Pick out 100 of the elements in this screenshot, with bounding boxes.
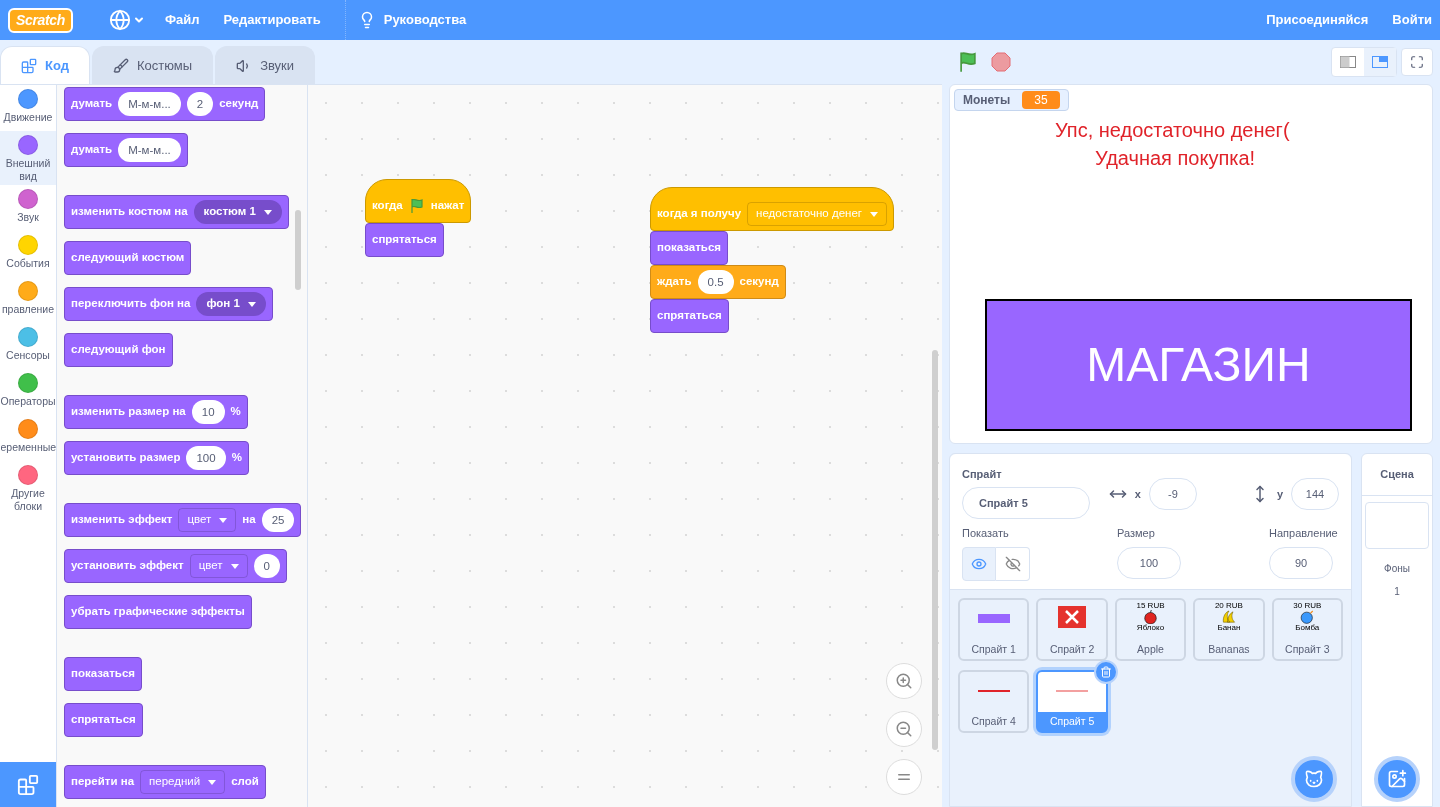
backdrops-label: Фоны: [1384, 562, 1410, 576]
monitor-label: Монеты: [963, 92, 1011, 109]
sprite-tile[interactable]: Спрайт 2: [1036, 598, 1108, 661]
sprite-tile[interactable]: 20 RUB Банан Bananas: [1193, 598, 1265, 661]
category-item[interactable]: Сенсоры: [0, 323, 56, 369]
code-block[interactable]: спрятаться: [64, 703, 143, 737]
x-field[interactable]: -9: [1148, 478, 1197, 510]
bomb-icon: [1299, 610, 1315, 624]
category-item[interactable]: Операторы: [0, 369, 56, 415]
code-block[interactable]: следующий фон: [64, 333, 173, 367]
field-label: x: [1134, 486, 1141, 502]
direction-field[interactable]: 90: [1269, 547, 1333, 579]
block-label: следующий фон: [71, 342, 166, 358]
sprite-name: Спрайт 1: [970, 642, 1017, 657]
add-extension-button[interactable]: [0, 762, 56, 807]
block-label: установить размер: [71, 450, 181, 466]
code-block[interactable]: изменить размер на 10 %: [64, 395, 248, 429]
dropdown-field[interactable]: фон 1: [196, 292, 266, 316]
sprite-tile[interactable]: Спрайт 4: [958, 670, 1030, 733]
number-input[interactable]: 25: [261, 508, 295, 532]
code-block[interactable]: изменить костюм на костюм 1: [64, 195, 289, 229]
scrollbar[interactable]: [295, 210, 301, 290]
block-label: изменить размер на: [71, 404, 186, 420]
number-input[interactable]: 0: [253, 554, 280, 578]
dropdown-field[interactable]: цвет: [178, 508, 237, 532]
hide-button[interactable]: [996, 547, 1030, 581]
code-block[interactable]: спрятаться: [650, 299, 729, 333]
cross-thumbnail: [1058, 606, 1087, 628]
number-input[interactable]: 0.5: [697, 270, 734, 294]
sprite-tile[interactable]: 30 RUB Бомба Спрайт 3: [1271, 598, 1343, 661]
shop-button[interactable]: МАГАЗИН: [985, 299, 1412, 431]
fullscreen-button[interactable]: [1401, 48, 1433, 76]
code-block[interactable]: думать М-м-м...: [64, 133, 188, 167]
price-label: 30 RUB: [1293, 602, 1322, 610]
y-field[interactable]: 144: [1291, 478, 1339, 510]
code-block[interactable]: изменить эффект цвет на 25: [64, 503, 302, 537]
category-item[interactable]: Движение: [0, 85, 56, 131]
block-label: установить эффект: [71, 558, 184, 574]
dropdown-field[interactable]: цвет: [189, 554, 248, 578]
number-input[interactable]: 10: [191, 400, 225, 424]
category-item[interactable]: События: [0, 231, 56, 277]
code-block[interactable]: показаться: [650, 231, 729, 265]
scrollbar[interactable]: [932, 350, 938, 750]
category-item[interactable]: Внешний вид: [0, 131, 56, 185]
stop-icon: [991, 52, 1011, 72]
sprite-name-field[interactable]: Спрайт 5: [962, 486, 1090, 519]
code-block[interactable]: переключить фон на фон 1: [64, 287, 273, 321]
sprite-name: Спрайт 3: [1284, 642, 1331, 657]
number-input[interactable]: 2: [186, 92, 214, 116]
code-block[interactable]: спрятаться: [365, 223, 444, 257]
block-label: секунд: [739, 274, 779, 290]
dropdown-field[interactable]: костюм 1: [193, 200, 282, 224]
flag-icon: [408, 198, 425, 214]
caret-icon: [208, 779, 217, 785]
backdrop-thumbnail[interactable]: [1365, 502, 1429, 549]
show-button[interactable]: [962, 547, 996, 581]
number-input[interactable]: М-м-м...: [118, 92, 181, 116]
category-item[interactable]: правление: [0, 277, 56, 323]
number-input[interactable]: 100: [186, 446, 226, 470]
sprite-tile[interactable]: 15 RUB Яблоко Apple: [1114, 598, 1187, 661]
stage-message: Упс, недостаточно денег(: [1055, 118, 1290, 143]
zoom-in-button[interactable]: [886, 663, 922, 699]
code-block[interactable]: думать М-м-м... 2 секунд: [64, 87, 266, 121]
code-block[interactable]: убрать графические эффекты: [64, 595, 252, 629]
code-block[interactable]: ждать 0.5 секунд: [650, 265, 786, 299]
sprite-name: Bananas: [1207, 642, 1251, 657]
banner-thumbnail: [977, 614, 1010, 623]
block-label: думать: [71, 96, 113, 112]
block-label: нажат: [430, 198, 465, 214]
normal-stage-button[interactable]: [1364, 48, 1396, 76]
block-label: переключить фон на: [71, 296, 191, 312]
sprite-tile[interactable]: Спрайт 1: [958, 598, 1030, 661]
price-label: 20 RUB: [1214, 602, 1243, 610]
block-label: секунд: [219, 96, 259, 112]
number-input[interactable]: М-м-м...: [118, 138, 181, 162]
block-label: перейти на: [71, 774, 135, 790]
caret-icon: [219, 517, 228, 523]
code-block[interactable]: установить размер 100 %: [64, 441, 249, 475]
add-backdrop-button[interactable]: [1374, 756, 1420, 802]
code-block[interactable]: установить эффект цвет 0: [64, 549, 287, 583]
zoom-out-button[interactable]: [886, 711, 922, 747]
category-item[interactable]: Звук: [0, 185, 56, 231]
editor-tab[interactable]: Костюмы: [91, 46, 214, 84]
editor-tab[interactable]: Звуки: [215, 46, 316, 84]
delete-button[interactable]: [1093, 660, 1118, 684]
reset-zoom-button[interactable]: [886, 759, 922, 795]
eye-icon: [971, 556, 987, 572]
block-label: %: [230, 404, 241, 420]
add-sprite-button[interactable]: [1291, 756, 1337, 802]
code-block[interactable]: показаться: [64, 657, 143, 691]
language-menu[interactable]: [108, 9, 145, 31]
block-label: %: [231, 450, 242, 466]
block-label: думать: [71, 142, 113, 158]
code-block[interactable]: перейти на передний слой: [64, 765, 266, 799]
stage-message: Удачная покупка!: [1095, 146, 1256, 171]
category-item[interactable]: Другие блоки: [0, 461, 56, 515]
category-item[interactable]: еременные: [0, 415, 56, 461]
code-block[interactable]: следующий костюм: [64, 241, 192, 275]
size-field[interactable]: 100: [1117, 547, 1181, 579]
dropdown-field[interactable]: передний: [140, 770, 226, 794]
